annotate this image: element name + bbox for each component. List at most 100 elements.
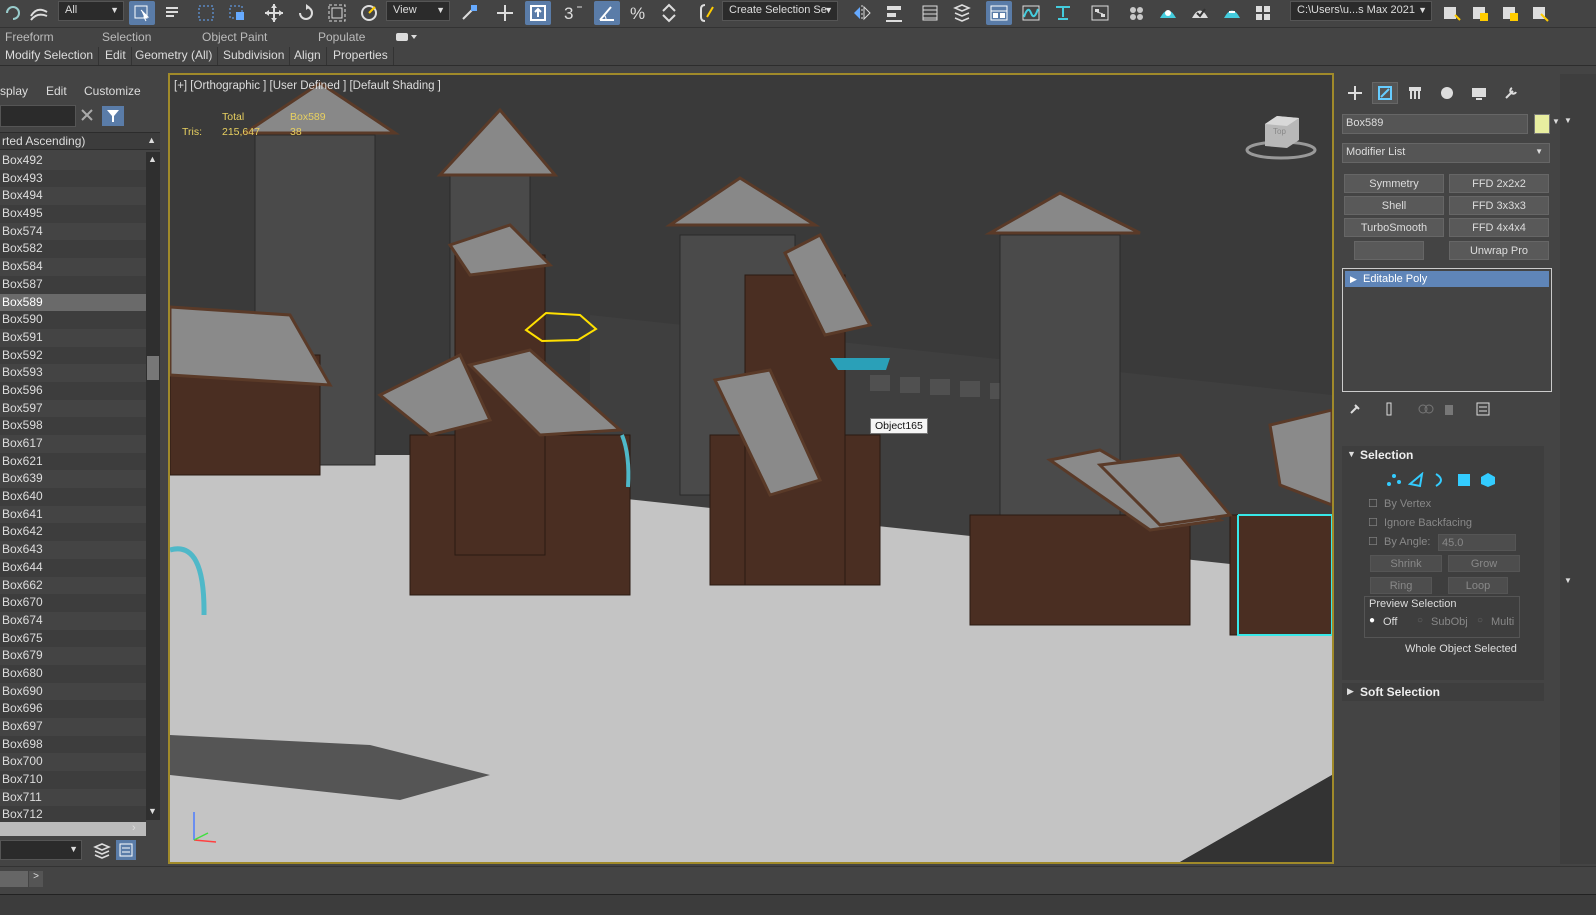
align-icon[interactable] [881,1,907,25]
list-item[interactable]: Box697 [0,718,146,736]
spinner-snap-icon[interactable] [656,1,682,25]
configure-modifier-sets-icon[interactable] [1476,402,1490,419]
explorer-search-input[interactable] [0,105,76,127]
panel-geometry-all[interactable]: Geometry (All) [130,47,219,65]
select-by-name-icon[interactable] [160,1,186,25]
collapse-arrow-icon[interactable]: ▼ [1347,449,1356,459]
reference-coordinate-dropdown[interactable]: View ▼ [386,1,450,21]
list-item[interactable]: Box593 [0,364,146,382]
remove-modifier-icon[interactable] [1442,402,1456,419]
modifier-stack-item[interactable]: ▶ Editable Poly [1345,271,1549,287]
display-tab-icon[interactable] [1466,82,1492,104]
by-vertex-checkbox[interactable]: ☐ [1368,497,1378,510]
panel-align[interactable]: Align [289,47,327,65]
explorer-menu-customize[interactable]: Customize [84,84,141,98]
object-color-swatch[interactable] [1534,114,1550,134]
material-editor-icon[interactable] [1124,1,1150,25]
pivot-icon[interactable] [456,1,482,25]
list-item[interactable]: Box598 [0,417,146,435]
modifier-unwrap-pro-button[interactable]: Unwrap Pro [1449,241,1549,260]
preview-subobj-radio[interactable]: ○ [1417,615,1423,626]
chevron-down-icon[interactable]: ▼ [1564,116,1572,125]
select-manipulate-icon[interactable] [492,1,518,25]
mirror-icon[interactable] [849,1,875,25]
clear-search-icon[interactable] [80,108,94,122]
render-online-icon[interactable] [1250,1,1276,25]
percent-snap-icon[interactable]: % [625,1,651,25]
modifier-ffd3-button[interactable]: FFD 3x3x3 [1449,196,1549,215]
list-item[interactable]: Box591 [0,329,146,347]
list-item[interactable]: Box662 [0,577,146,595]
list-item[interactable]: Box590 [0,311,146,329]
modifier-ffd4-button[interactable]: FFD 4x4x4 [1449,218,1549,237]
time-slider[interactable] [0,871,28,887]
soft-selection-rollout[interactable]: ▶ Soft Selection [1342,683,1544,701]
list-item[interactable]: Box642 [0,523,146,542]
selection-filter-dropdown[interactable]: All ▼ [58,1,124,21]
render-frame-icon[interactable] [1187,1,1213,25]
preview-off-radio[interactable]: ● [1369,615,1375,626]
list-item[interactable]: Box584 [0,258,146,276]
scroll-down-icon[interactable]: ▼ [148,806,157,816]
time-slider-next-icon[interactable]: > [29,871,43,887]
panel-modify-selection[interactable]: Modify Selection [0,47,100,65]
render-icon[interactable] [1219,1,1245,25]
list-item[interactable]: Box582 [0,240,146,259]
angle-snap-icon[interactable] [594,1,620,25]
list-item[interactable]: Box589 [0,293,146,312]
list-item[interactable]: Box674 [0,612,146,630]
modify-tab-icon[interactable] [1372,82,1398,104]
keyboard-shortcut-icon[interactable] [525,1,551,25]
list-item[interactable]: Box639 [0,470,146,488]
project-settings-icon[interactable] [1527,1,1553,25]
dope-sheet-icon[interactable] [1050,1,1076,25]
list-item[interactable]: Box494 [0,187,146,205]
selection-rollout-title[interactable]: Selection [1360,448,1560,462]
modifier-list-dropdown[interactable]: Modifier List ▼ [1342,143,1550,163]
list-item[interactable]: Box675 [0,629,146,648]
project-manager-icon[interactable] [1497,1,1523,25]
viewcube-icon[interactable]: Top [1245,110,1317,160]
modifier-symmetry-button[interactable]: Symmetry [1344,174,1444,193]
list-item[interactable]: Box592 [0,346,146,365]
list-item[interactable]: Box617 [0,435,146,453]
modifier-shell-button[interactable]: Shell [1344,196,1444,215]
pin-stack-icon[interactable] [1348,402,1362,419]
window-crossing-icon[interactable] [224,1,250,25]
expand-arrow-icon[interactable]: ▶ [1347,686,1354,697]
scroll-up-icon[interactable]: ▲ [148,154,157,164]
list-item[interactable]: Box690 [0,683,146,701]
scroll-right-icon[interactable]: › [132,822,136,834]
list-item[interactable]: Box696 [0,700,146,718]
chevron-down-icon[interactable]: ▼ [1564,576,1572,585]
open-folder-icon[interactable] [1438,1,1464,25]
explorer-menu-edit[interactable]: Edit [46,84,67,98]
move-icon[interactable] [261,1,287,25]
utilities-tab-icon[interactable] [1498,82,1524,104]
toggle-ribbon-icon[interactable] [986,1,1012,25]
edge-icon[interactable] [1407,471,1424,491]
list-item[interactable]: Box680 [0,664,146,683]
ribbon-tab-selection[interactable]: Selection [102,30,151,44]
ribbon-tab-populate[interactable]: Populate [318,30,365,44]
schematic-view-icon[interactable] [1087,1,1113,25]
rotate-icon[interactable] [293,1,319,25]
object-name-field[interactable]: Box589 [1342,114,1528,134]
explorer-horizontal-scrollbar[interactable] [0,822,146,836]
modifier-ffd2-button[interactable]: FFD 2x2x2 [1449,174,1549,193]
explorer-menu-display[interactable]: splay [0,84,28,98]
list-item[interactable]: Box621 [0,452,146,471]
polygon-icon[interactable] [1456,472,1472,491]
list-item[interactable]: Box679 [0,647,146,665]
named-selection-dropdown[interactable]: Create Selection Se ▼ [722,1,838,21]
modifier-empty-button[interactable] [1354,241,1424,260]
ribbon-options-icon[interactable] [395,31,419,43]
list-item[interactable]: Box644 [0,558,146,577]
filter-icon[interactable] [102,106,124,126]
curve-editor-icon[interactable] [1018,1,1044,25]
list-item[interactable]: Box597 [0,400,146,418]
list-item[interactable]: Box711 [0,789,146,807]
panel-subdivision[interactable]: Subdivision [218,47,291,65]
rect-region-icon[interactable] [193,1,219,25]
layer-dropdown[interactable]: ▼ [0,840,82,860]
